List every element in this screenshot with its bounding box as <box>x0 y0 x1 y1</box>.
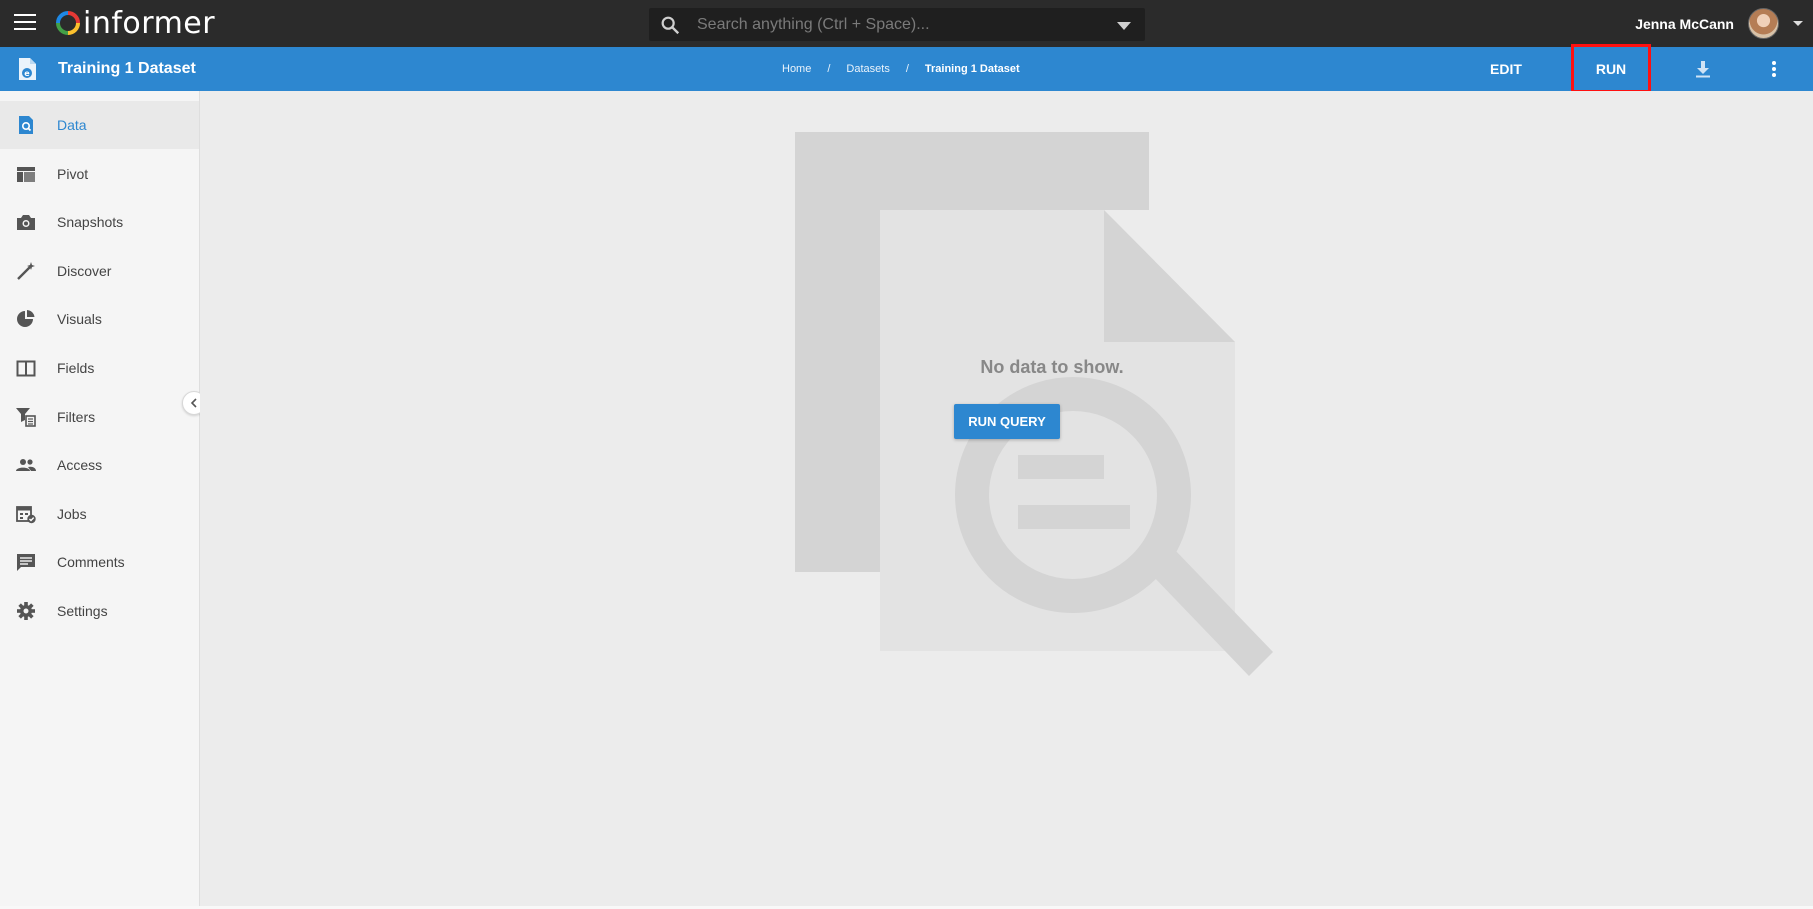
breadcrumb-datasets[interactable]: Datasets <box>846 63 889 75</box>
more-options-button[interactable] <box>1757 47 1791 91</box>
logo-text: informer <box>83 5 216 41</box>
user-menu-caret-icon[interactable] <box>1793 21 1803 26</box>
sidebar-item-access[interactable]: Access <box>0 441 199 489</box>
run-button[interactable]: RUN <box>1571 44 1651 93</box>
pivot-table-icon <box>17 166 35 182</box>
user-name: Jenna McCann <box>1635 15 1734 32</box>
sidebar-item-jobs[interactable]: Jobs <box>0 490 199 538</box>
sidebar-item-label: Filters <box>57 408 96 425</box>
sidebar-item-label: Pivot <box>57 165 89 182</box>
filter-icon <box>16 407 36 427</box>
chevron-left-icon <box>190 398 197 408</box>
camera-icon <box>17 215 35 231</box>
dataset-document-icon: e <box>19 58 36 80</box>
sidebar-item-fields[interactable]: Fields <box>0 344 199 392</box>
page-title: Training 1 Dataset <box>58 60 196 77</box>
sidebar-item-data[interactable]: Data <box>0 101 199 149</box>
sidebar-item-label: Discover <box>57 262 112 279</box>
magic-wand-icon <box>17 261 35 280</box>
sidebar-item-filters[interactable]: Filters <box>0 393 199 441</box>
breadcrumb-home[interactable]: Home <box>782 63 811 75</box>
sidebar-item-pivot[interactable]: Pivot <box>0 150 199 198</box>
empty-state-message: No data to show. <box>980 357 1124 377</box>
menu-icon[interactable] <box>14 14 36 32</box>
comment-icon <box>17 554 35 572</box>
sidebar-item-label: Comments <box>57 554 125 571</box>
breadcrumb-separator: / <box>905 63 909 75</box>
top-bar: informer Jenna McCann <box>0 0 1813 47</box>
breadcrumb: Home / Datasets / Training 1 Dataset <box>782 63 1020 75</box>
app-logo[interactable]: informer <box>56 5 216 41</box>
avatar[interactable] <box>1748 8 1779 39</box>
sidebar-item-comments[interactable]: Comments <box>0 538 199 586</box>
sidebar-item-label: Jobs <box>57 505 87 522</box>
dataset-header: e Training 1 Dataset Home / Datasets / T… <box>0 44 1813 93</box>
svg-text:e: e <box>24 69 30 78</box>
people-icon <box>16 459 36 472</box>
run-query-button[interactable]: RUN QUERY <box>954 404 1060 439</box>
main-content: No data to show. RUN QUERY <box>200 91 1813 909</box>
download-button[interactable] <box>1686 47 1720 91</box>
search-options-caret-icon[interactable] <box>1117 22 1131 30</box>
search-icon[interactable] <box>659 14 681 36</box>
sidebar-item-label: Visuals <box>57 311 102 328</box>
sidebar-item-label: Data <box>57 117 87 133</box>
breadcrumb-current: Training 1 Dataset <box>924 63 1020 75</box>
download-icon <box>1696 61 1710 78</box>
sidebar-item-label: Snapshots <box>57 214 124 231</box>
sidebar-item-snapshots[interactable]: Snapshots <box>0 198 199 246</box>
sidebar-item-label: Settings <box>57 603 108 619</box>
sidebar-item-settings[interactable]: Settings <box>0 587 199 635</box>
pie-chart-icon <box>17 310 35 328</box>
user-menu[interactable]: Jenna McCann <box>1635 8 1803 39</box>
sidebar-item-visuals[interactable]: Visuals <box>0 295 199 343</box>
global-search <box>649 8 1145 41</box>
search-input[interactable] <box>697 8 1097 41</box>
logo-ring-icon <box>56 11 80 35</box>
sidebar-item-discover[interactable]: Discover <box>0 247 199 295</box>
columns-icon <box>16 360 36 377</box>
sidebar-item-label: Fields <box>57 360 95 376</box>
sidebar: Data Pivot Snapshots Discover Visuals Fi… <box>0 91 200 909</box>
calendar-check-icon <box>16 505 36 523</box>
more-vertical-icon <box>1772 61 1776 77</box>
data-search-icon <box>19 116 33 134</box>
sidebar-item-label: Access <box>57 457 103 474</box>
breadcrumb-separator: / <box>827 63 831 75</box>
gear-icon <box>17 602 35 620</box>
edit-button[interactable]: EDIT <box>1476 47 1536 91</box>
